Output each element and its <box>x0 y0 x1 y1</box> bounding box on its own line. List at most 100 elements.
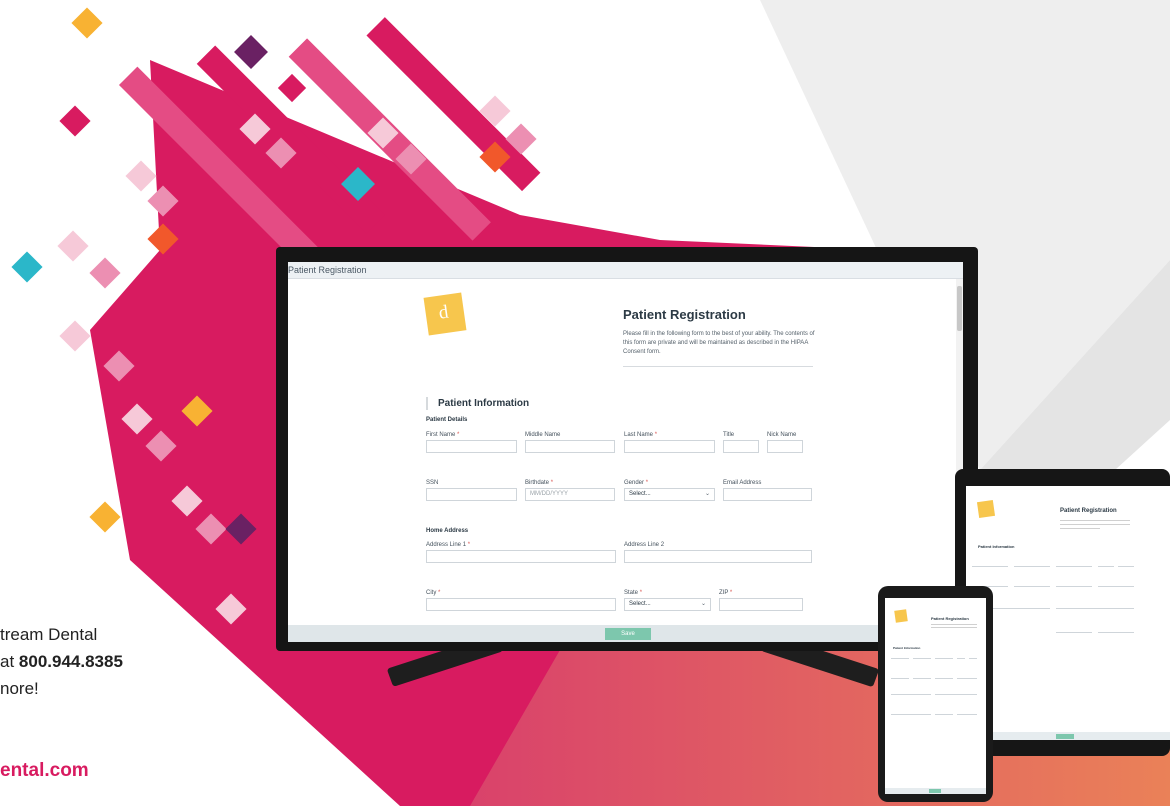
birthdate-input[interactable]: MM/DD/YYYY <box>525 488 615 501</box>
tablet-intro-line <box>1060 524 1130 525</box>
chevron-down-icon: ⌄ <box>700 601 706 607</box>
tablet-logo <box>976 499 996 519</box>
monitor-screen: Patient Registration d Patient Registrat… <box>288 262 963 642</box>
required-mark: * <box>645 480 649 486</box>
tablet-input[interactable] <box>1014 586 1050 587</box>
subsection-patient-details: Patient Details <box>426 417 468 423</box>
tablet-input[interactable] <box>1056 586 1092 587</box>
required-mark: * <box>550 480 554 486</box>
phone-input[interactable] <box>913 658 931 659</box>
last-name-label: Last Name * <box>624 432 657 438</box>
first-name-label-text: First Name <box>426 432 456 438</box>
middle-name-label: Middle Name <box>525 432 561 438</box>
gender-select[interactable]: Select... ⌄ <box>624 488 715 501</box>
contact-line-1: tream Dental <box>0 625 98 644</box>
chevron-down-icon: ⌄ <box>704 491 710 497</box>
city-input[interactable] <box>426 598 616 611</box>
ssn-label: SSN <box>426 480 439 486</box>
tablet-input[interactable] <box>1098 566 1114 567</box>
address-line-2-input[interactable] <box>624 550 812 563</box>
state-value: Select... <box>629 601 651 607</box>
contact-line-2: at 800.944.8385 <box>0 648 123 675</box>
save-button[interactable]: Save <box>605 628 651 640</box>
phone-input[interactable] <box>891 694 931 695</box>
practice-logo: d <box>423 292 467 336</box>
diamond-yellow-3 <box>89 501 121 533</box>
required-mark: * <box>639 590 643 596</box>
phone-input[interactable] <box>957 714 977 715</box>
last-name-input[interactable] <box>624 440 715 453</box>
tablet-input[interactable] <box>1056 566 1092 567</box>
gender-label: Gender * <box>624 480 648 486</box>
city-label: City * <box>426 590 440 596</box>
address-line-1-label-text: Address Line 1 <box>426 542 467 548</box>
title-label: Title <box>723 432 735 438</box>
diamond-magenta-2 <box>59 105 91 137</box>
phone-input[interactable] <box>891 678 909 679</box>
required-mark: * <box>467 542 471 548</box>
state-select[interactable]: Select... ⌄ <box>624 598 711 611</box>
phone-input[interactable] <box>935 658 953 659</box>
phone-logo <box>894 609 908 623</box>
phone-save-button[interactable] <box>929 789 941 793</box>
tablet-input[interactable] <box>1118 566 1134 567</box>
title-input[interactable] <box>723 440 759 453</box>
zip-label: ZIP * <box>719 590 732 596</box>
section-title: Patient Information <box>426 397 529 410</box>
required-mark: * <box>729 590 733 596</box>
contact-copy: tream Dental at 800.944.8385 nore! <box>0 621 123 702</box>
tablet-input[interactable] <box>1056 608 1134 609</box>
phone-section-title: Patient Information <box>893 646 921 650</box>
tablet-input[interactable] <box>1014 566 1050 567</box>
first-name-input[interactable] <box>426 440 517 453</box>
tablet-input[interactable] <box>972 566 1008 567</box>
city-label-text: City <box>426 590 437 596</box>
tablet-screen: Patient Registration Patient Information <box>966 486 1170 740</box>
zip-input[interactable] <box>719 598 803 611</box>
window-titlebar: Patient Registration <box>288 262 963 279</box>
first-name-label: First Name * <box>426 432 459 438</box>
phone-input[interactable] <box>935 694 977 695</box>
phone-number: 800.944.8385 <box>18 652 123 671</box>
nick-name-input[interactable] <box>767 440 803 453</box>
birthdate-label: Birthdate * <box>525 480 553 486</box>
ssn-input[interactable] <box>426 488 517 501</box>
middle-name-input[interactable] <box>525 440 615 453</box>
phone-input[interactable] <box>969 658 977 659</box>
phone-input[interactable] <box>891 714 931 715</box>
diamond-yellow-1 <box>71 7 103 39</box>
tablet-save-button[interactable] <box>1056 734 1074 739</box>
phone-input[interactable] <box>957 678 977 679</box>
tablet-input[interactable] <box>1098 586 1134 587</box>
nick-name-label: Nick Name <box>767 432 797 438</box>
diamond-teal-2 <box>11 251 43 283</box>
phone-input[interactable] <box>957 658 965 659</box>
divider <box>623 366 813 367</box>
address-line-1-label: Address Line 1 * <box>426 542 470 548</box>
phone-intro-line <box>931 627 977 628</box>
phone-form-title: Patient Registration <box>931 616 969 621</box>
diamond-purple-1 <box>234 35 268 69</box>
phone-screen: Patient Registration Patient Information <box>885 598 986 794</box>
last-name-label-text: Last Name <box>624 432 654 438</box>
email-input[interactable] <box>723 488 812 501</box>
tablet-intro-line <box>1060 528 1100 529</box>
tablet-input[interactable] <box>1056 632 1092 633</box>
address-line-1-input[interactable] <box>426 550 616 563</box>
email-label: Email Address <box>723 480 762 486</box>
phone-input[interactable] <box>913 678 931 679</box>
phone-input[interactable] <box>891 658 909 659</box>
state-label: State * <box>624 590 642 596</box>
phone-input[interactable] <box>935 678 953 679</box>
phone-input[interactable] <box>935 714 953 715</box>
scrollbar-thumb[interactable] <box>957 286 962 331</box>
gender-label-text: Gender <box>624 480 645 486</box>
state-label-text: State <box>624 590 639 596</box>
form-intro: Please fill in the following form to the… <box>623 331 815 355</box>
tablet-input[interactable] <box>1098 632 1134 633</box>
contact-line-3: nore! <box>0 679 39 698</box>
contact-prefix: at <box>0 652 19 671</box>
required-mark: * <box>654 432 658 438</box>
gender-value: Select... <box>629 491 651 497</box>
subsection-home-address: Home Address <box>426 528 469 534</box>
